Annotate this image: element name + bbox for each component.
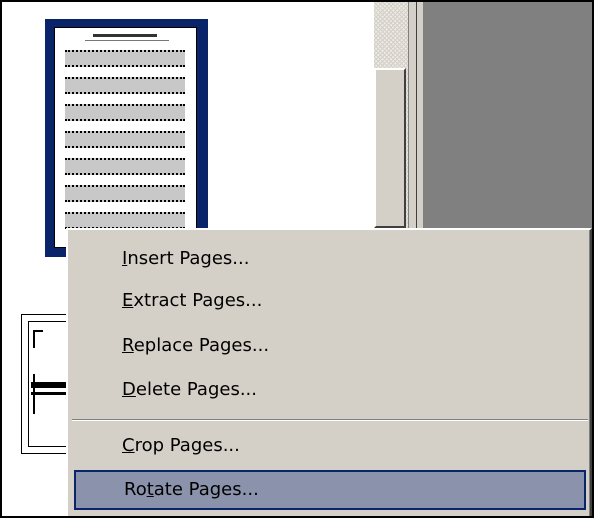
- thumbnail-row: [65, 104, 185, 121]
- menu-item-replace-pages[interactable]: Replace Pages...: [74, 328, 586, 364]
- menu-item-crop-pages[interactable]: Crop Pages...: [74, 428, 586, 464]
- thumbnail-mark: [31, 382, 71, 388]
- scrollbar-thumb[interactable]: [374, 68, 406, 228]
- thumbnail-mark: [31, 392, 71, 395]
- thumbnail-header-line: [93, 34, 157, 37]
- thumbnail-row: [65, 50, 185, 67]
- thumbnail-mark: [33, 330, 35, 348]
- thumbnail-row: [65, 185, 185, 202]
- thumbnail-mark: [33, 330, 43, 332]
- thumbnail-header-line: [85, 40, 169, 41]
- thumbnail-row: [65, 212, 185, 229]
- thumbnail-row: [65, 131, 185, 148]
- menu-item-delete-pages[interactable]: Delete Pages...: [74, 372, 586, 408]
- page-thumbnail-image: [54, 27, 197, 248]
- menu-separator: [72, 419, 588, 421]
- menu-item-extract-pages[interactable]: Extract Pages...: [74, 283, 586, 319]
- thumbnail-row: [65, 158, 185, 175]
- menu-item-insert-pages[interactable]: Insert Pages...: [74, 241, 586, 277]
- window-frame: Insert Pages... Extract Pages... Replace…: [0, 0, 594, 518]
- page-thumbnail-selected[interactable]: [45, 19, 208, 257]
- thumbnail-row: [65, 77, 185, 94]
- page-thumbnail[interactable]: [21, 314, 72, 454]
- context-menu: Insert Pages... Extract Pages... Replace…: [66, 228, 592, 516]
- menu-item-rotate-pages[interactable]: Rotate Pages...: [74, 470, 586, 510]
- thumbnail-mark: [33, 374, 35, 414]
